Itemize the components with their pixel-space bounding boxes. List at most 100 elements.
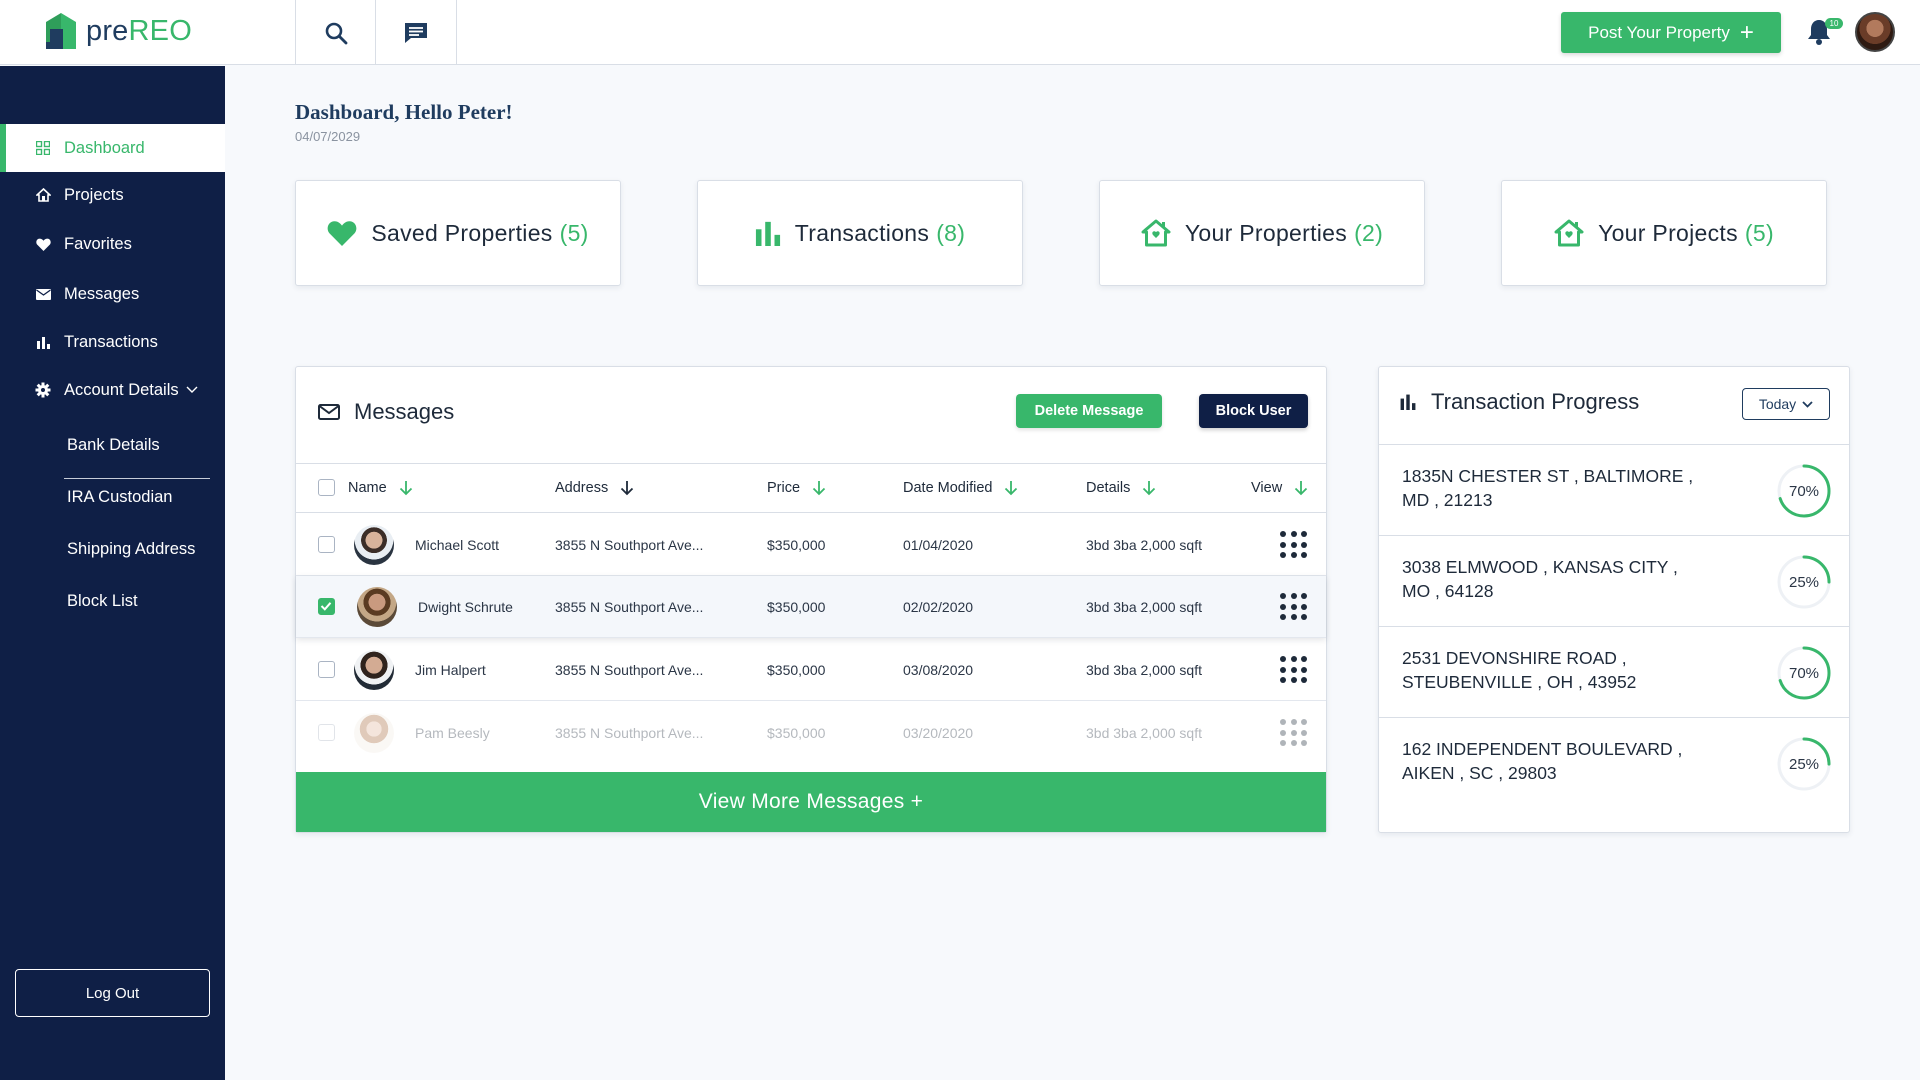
row-checkbox[interactable] [318,661,335,678]
more-dots-icon[interactable] [1280,719,1308,747]
address-line-1: 162 INDEPENDENT BOULEVARD , [1402,739,1683,759]
table-row[interactable]: Michael Scott 3855 N Southport Ave... $3… [296,514,1326,576]
avatar [354,525,394,565]
stat-card-your-properties[interactable]: Your Properties (2) [1099,180,1425,286]
address-line-2: STEUBENVILLE , OH , 43952 [1402,672,1637,692]
more-dots-icon[interactable] [1280,531,1308,559]
sidebar-subitem-block-list[interactable]: Block List [67,592,138,611]
row-price: $350,000 [767,662,826,678]
sidebar-subitem-ira-custodian[interactable]: IRA Custodian [67,488,172,507]
address-line-2: AIKEN , SC , 29803 [1402,763,1557,783]
transaction-item[interactable]: 162 INDEPENDENT BOULEVARD , AIKEN , SC , … [1379,717,1849,808]
heart-icon [327,220,357,246]
block-user-button[interactable]: Block User [1199,394,1308,428]
address-line-1: 3038 ELMWOOD , KANSAS CITY , [1402,557,1678,577]
post-property-button[interactable]: Post Your Property + [1561,12,1781,53]
row-name: Dwight Schrute [418,599,513,615]
progress-percent: 70% [1788,482,1820,500]
stat-count: (8) [936,219,966,246]
check-icon [320,602,332,611]
brand-logo[interactable]: preREO [44,12,192,50]
messages-title-text: Messages [354,399,455,424]
row-checkbox[interactable] [318,598,335,615]
sidebar-item-favorites[interactable]: Favorites [0,220,225,268]
stat-label: Transactions [794,219,930,246]
stat-count: (2) [1354,219,1384,246]
sidebar-item-messages[interactable]: Messages [0,270,225,318]
view-more-messages-button[interactable]: View More Messages + [296,772,1326,832]
row-checkbox[interactable] [318,536,335,553]
sidebar-subitem-bank-details[interactable]: Bank Details [67,436,160,455]
column-header-price[interactable]: Price [767,464,826,512]
table-header: Name Address Price Date Modified Details… [296,463,1326,513]
column-header-label: View [1251,480,1283,496]
row-details: 3bd 3ba 2,000 sqft [1086,662,1202,678]
envelope-icon [318,404,340,420]
sidebar-item-account-details[interactable]: Account Details [0,366,225,414]
logo-text: preREO [86,15,192,48]
row-address: 3855 N Southport Ave... [555,599,704,615]
avatar [357,587,397,627]
transaction-address: 2531 DEVONSHIRE ROAD , STEUBENVILLE , OH … [1402,646,1702,694]
sidebar-item-label: Messages [64,284,140,303]
address-line-2: MD , 21213 [1402,490,1493,510]
row-date: 01/04/2020 [903,537,974,553]
select-all-checkbox[interactable] [318,479,335,496]
row-name: Pam Beesly [415,725,490,741]
logo-icon [44,12,78,50]
sort-arrow-down-icon [812,480,826,496]
transaction-item[interactable]: 2531 DEVONSHIRE ROAD , STEUBENVILLE , OH … [1379,626,1849,717]
delete-message-button[interactable]: Delete Message [1016,394,1162,428]
column-header-view[interactable]: View [1251,464,1308,512]
column-header-date-modified[interactable]: Date Modified [903,464,1018,512]
user-avatar[interactable] [1855,12,1895,52]
sidebar: Dashboard Projects Favorites Messages Tr… [0,66,225,1080]
stat-card-transactions[interactable]: Transactions (8) [697,180,1023,286]
search-button[interactable] [295,0,376,65]
transaction-item[interactable]: 3038 ELMWOOD , KANSAS CITY , MO , 64128 2… [1379,535,1849,626]
transaction-progress-panel: Transaction Progress Today 1835N CHESTER… [1378,366,1850,833]
column-header-address[interactable]: Address [555,464,634,512]
top-bar: preREO Post Your Property + 10 [0,0,1920,65]
house-icon [1141,219,1171,247]
stat-count: (5) [1744,219,1774,246]
gear-icon [34,382,52,398]
more-dots-icon[interactable] [1280,593,1308,621]
table-row[interactable]: Pam Beesly 3855 N Southport Ave... $350,… [296,702,1326,764]
logout-button[interactable]: Log Out [15,969,210,1017]
chat-button[interactable] [376,0,457,65]
logo-text-reo: REO [128,14,192,47]
row-details: 3bd 3ba 2,000 sqft [1086,725,1202,741]
column-header-label: Name [348,480,387,496]
sidebar-item-dashboard[interactable]: Dashboard [0,124,225,172]
column-header-details[interactable]: Details [1086,464,1156,512]
bar-chart-icon [1399,394,1417,410]
period-dropdown[interactable]: Today [1742,388,1830,420]
sidebar-item-projects[interactable]: Projects [0,171,225,219]
current-date: 04/07/2029 [295,129,361,144]
column-header-label: Date Modified [903,480,993,496]
table-row[interactable]: Jim Halpert 3855 N Southport Ave... $350… [296,639,1326,701]
account-details-underline [64,478,210,479]
notification-badge: 10 [1825,18,1843,29]
column-header-label: Address [555,480,609,496]
envelope-icon [34,288,52,300]
avatar [354,713,394,753]
transaction-item[interactable]: 1835N CHESTER ST , BALTIMORE , MD , 21213… [1379,444,1849,535]
table-row[interactable]: Dwight Schrute 3855 N Southport Ave... $… [296,576,1326,638]
column-header-name[interactable]: Name [348,464,413,512]
sidebar-subitem-shipping-address[interactable]: Shipping Address [67,540,195,559]
row-address: 3855 N Southport Ave... [555,537,704,553]
address-line-1: 2531 DEVONSHIRE ROAD , [1402,648,1627,668]
row-price: $350,000 [767,725,826,741]
home-icon [34,188,52,202]
row-date: 03/20/2020 [903,725,974,741]
row-checkbox[interactable] [318,724,335,741]
more-dots-icon[interactable] [1280,656,1308,684]
address-line-2: MO , 64128 [1402,581,1494,601]
stat-card-your-projects[interactable]: Your Projects (5) [1501,180,1827,286]
row-date: 02/02/2020 [903,599,974,615]
stat-card-saved-properties[interactable]: Saved Properties (5) [295,180,621,286]
house-icon [1554,219,1584,247]
sidebar-item-transactions[interactable]: Transactions [0,318,225,366]
